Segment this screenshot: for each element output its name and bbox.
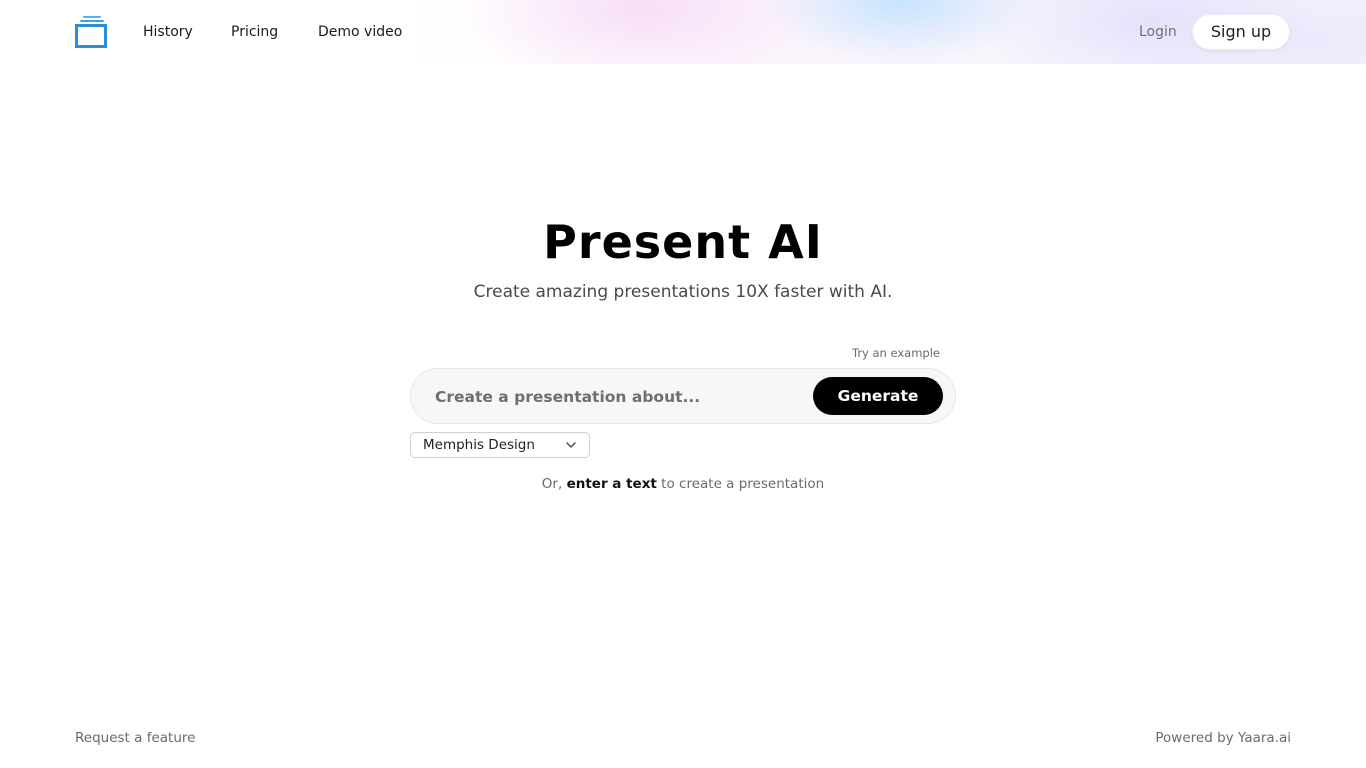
chevron-down-icon — [566, 442, 576, 448]
prompt-box: Generate — [410, 368, 956, 424]
generate-button[interactable]: Generate — [813, 377, 943, 415]
try-example-link[interactable]: Try an example — [800, 346, 940, 361]
nav-pricing-link[interactable]: Pricing — [231, 23, 278, 41]
powered-by-link[interactable]: Powered by Yaara.ai — [1100, 730, 1291, 747]
enter-text-link[interactable]: enter a text — [567, 476, 657, 492]
page-title: Present AI — [543, 215, 823, 269]
enter-text-suffix: to create a presentation — [656, 476, 825, 492]
theme-select[interactable]: Memphis Design — [410, 432, 590, 458]
top-header: History Pricing Demo video Login Sign up — [0, 0, 1366, 64]
page: History Pricing Demo video Login Sign up… — [0, 0, 1366, 768]
request-feature-link[interactable]: Request a feature — [75, 730, 195, 747]
enter-text-prefix: Or, — [541, 476, 567, 492]
enter-text-line: Or, enter a text to create a presentatio… — [0, 475, 1366, 493]
stacked-slides-icon[interactable] — [75, 15, 107, 49]
signup-button[interactable]: Sign up — [1192, 14, 1290, 50]
presentation-topic-input[interactable] — [435, 383, 805, 411]
page-subtitle: Create amazing presentations 10X faster … — [473, 282, 893, 302]
login-link[interactable]: Login — [1139, 23, 1177, 41]
theme-select-value: Memphis Design — [423, 437, 535, 453]
nav-history-link[interactable]: History — [143, 23, 193, 41]
nav-demo-video-link[interactable]: Demo video — [318, 23, 402, 41]
